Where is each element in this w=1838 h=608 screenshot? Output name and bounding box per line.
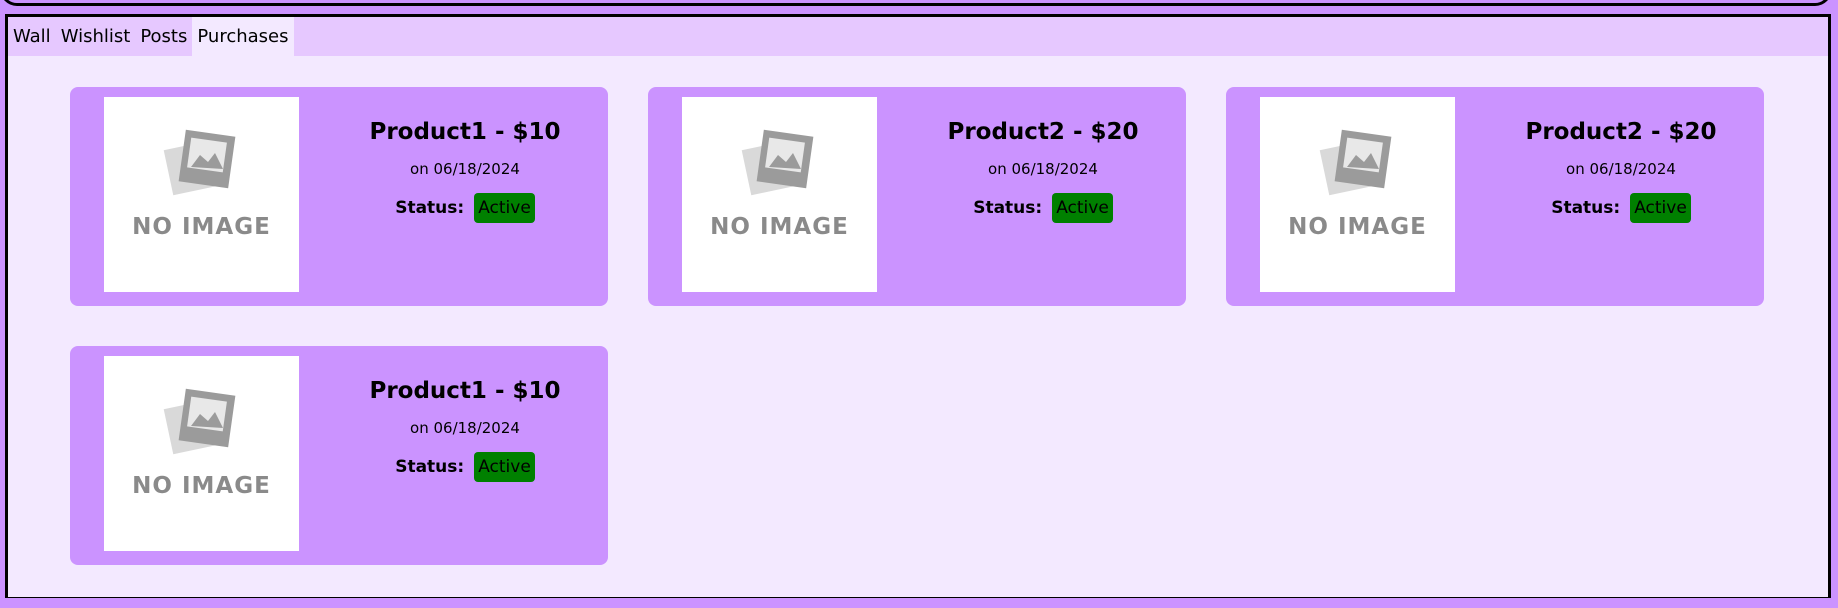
product-title[interactable]: Product1 - $10 bbox=[333, 117, 597, 147]
status-badge: Active bbox=[474, 452, 535, 482]
status-label: Status: bbox=[1551, 198, 1621, 218]
product-title[interactable]: Product2 - $20 bbox=[911, 117, 1175, 147]
product-image: NO IMAGE bbox=[1260, 97, 1455, 292]
status-row: Status: Active bbox=[1489, 193, 1753, 223]
tab-bar: Wall Wishlist Posts Purchases bbox=[8, 17, 1828, 56]
no-image-icon bbox=[163, 129, 236, 196]
top-frame-edge bbox=[0, 0, 1832, 6]
purchase-info: Product2 - $20 on 06/18/2024 Status: Act… bbox=[1489, 117, 1753, 223]
status-label: Status: bbox=[973, 198, 1043, 218]
purchase-date: on 06/18/2024 bbox=[410, 419, 520, 437]
purchase-date: on 06/18/2024 bbox=[410, 160, 520, 178]
purchase-date: on 06/18/2024 bbox=[1566, 160, 1676, 178]
no-image-icon bbox=[741, 129, 814, 196]
status-badge: Active bbox=[474, 193, 535, 223]
product-title[interactable]: Product1 - $10 bbox=[333, 376, 597, 406]
tab-posts[interactable]: Posts bbox=[135, 17, 192, 56]
product-image: NO IMAGE bbox=[682, 97, 877, 292]
purchase-date: on 06/18/2024 bbox=[988, 160, 1098, 178]
tab-wall[interactable]: Wall bbox=[8, 17, 56, 56]
status-row: Status: Active bbox=[911, 193, 1175, 223]
no-image-text: NO IMAGE bbox=[132, 473, 271, 499]
purchase-card[interactable]: NO IMAGE Product1 - $10 on 06/18/2024 St… bbox=[70, 346, 608, 565]
product-image: NO IMAGE bbox=[104, 356, 299, 551]
no-image-text: NO IMAGE bbox=[132, 214, 271, 240]
product-title[interactable]: Product2 - $20 bbox=[1489, 117, 1753, 147]
no-image-text: NO IMAGE bbox=[1288, 214, 1427, 240]
purchase-card[interactable]: NO IMAGE Product2 - $20 on 06/18/2024 St… bbox=[1226, 87, 1764, 306]
profile-panel: Wall Wishlist Posts Purchases NO IMAGE P… bbox=[5, 14, 1831, 600]
status-label: Status: bbox=[395, 457, 465, 477]
product-image: NO IMAGE bbox=[104, 97, 299, 292]
tab-wishlist[interactable]: Wishlist bbox=[56, 17, 136, 56]
purchase-info: Product1 - $10 on 06/18/2024 Status: Act… bbox=[333, 376, 597, 482]
status-row: Status: Active bbox=[333, 452, 597, 482]
purchase-card[interactable]: NO IMAGE Product1 - $10 on 06/18/2024 St… bbox=[70, 87, 608, 306]
status-badge: Active bbox=[1052, 193, 1113, 223]
status-label: Status: bbox=[395, 198, 465, 218]
no-image-icon bbox=[1319, 129, 1392, 196]
tab-purchases[interactable]: Purchases bbox=[192, 17, 294, 56]
purchase-card[interactable]: NO IMAGE Product2 - $20 on 06/18/2024 St… bbox=[648, 87, 1186, 306]
purchase-info: Product2 - $20 on 06/18/2024 Status: Act… bbox=[911, 117, 1175, 223]
no-image-icon bbox=[163, 388, 236, 455]
status-row: Status: Active bbox=[333, 193, 597, 223]
bottom-frame-edge bbox=[0, 598, 1838, 608]
status-badge: Active bbox=[1630, 193, 1691, 223]
no-image-text: NO IMAGE bbox=[710, 214, 849, 240]
purchase-info: Product1 - $10 on 06/18/2024 Status: Act… bbox=[333, 117, 597, 223]
